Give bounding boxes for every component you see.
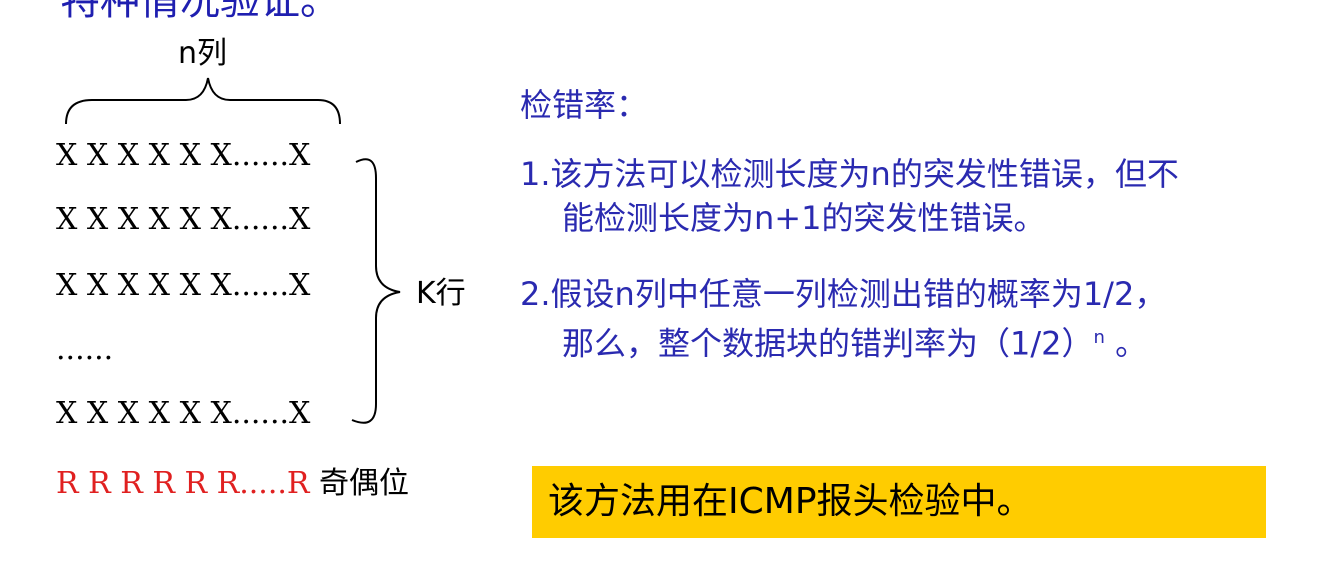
highlight-box: 该方法用在ICMP报头检验中。 (532, 466, 1266, 538)
note-item-2: 2.假设n列中任意一列检测出错的概率为1/2， 那么，整个数据块的错判率为（1/… (520, 272, 1340, 366)
note-item-1-line1: 1.该方法可以检测长度为n的突发性错误，但不 (520, 155, 1179, 193)
data-row-3: X X X X X X......X (56, 268, 311, 303)
row-brace (351, 158, 401, 424)
data-row-2: X X X X X X......X (56, 202, 311, 237)
parity-row: R R R R R R.....R 奇偶位 (56, 458, 409, 502)
row-label: K行 (416, 276, 466, 311)
notes-title: 检错率： (520, 86, 649, 124)
note-item-2-line2: 那么，整个数据块的错判率为（1/2）n 。 (520, 316, 1340, 366)
data-row-last: X X X X X X......X (56, 396, 311, 431)
parity-label: 奇偶位 (319, 466, 410, 501)
note-item-2-line2-end: 。 (1104, 324, 1148, 363)
note-item-1-line2: 能检测长度为n+1的突发性错误。 (562, 199, 1046, 237)
data-row-1: X X X X X X......X (56, 138, 311, 173)
note-item-2-line2-text: 那么，整个数据块的错判率为（1/2） (562, 324, 1094, 363)
note-item-2-line1: 2.假设n列中任意一列检测出错的概率为1/2， (520, 275, 1167, 313)
exponent-n: n (1093, 327, 1105, 348)
data-row-ellipsis: ...... (56, 332, 114, 367)
note-item-1: 1.该方法可以检测长度为n的突发性错误，但不 能检测长度为n+1的突发性错误。 (520, 152, 1340, 240)
parity-bits: R R R R R R.....R (56, 466, 310, 501)
column-brace (65, 77, 341, 125)
